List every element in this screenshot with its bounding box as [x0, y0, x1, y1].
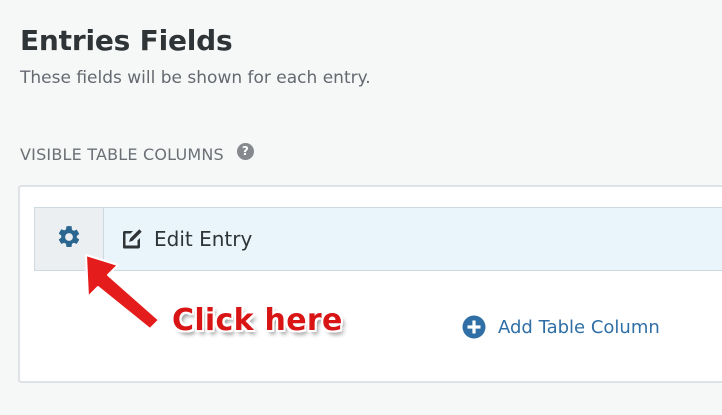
page-description: These fields will be shown for each entr… [20, 68, 371, 88]
gear-icon [56, 224, 82, 254]
edit-icon [120, 227, 144, 251]
annotation-click-here: Click here [172, 303, 343, 338]
page-title: Entries Fields [20, 24, 233, 57]
annotation-arrow-icon [85, 254, 160, 330]
field-label-text: Edit Entry [154, 227, 253, 251]
add-table-column-label: Add Table Column [498, 316, 660, 338]
section-label: VISIBLE TABLE COLUMNS [20, 145, 224, 164]
question-circle-icon[interactable]: ? [236, 143, 254, 160]
add-table-column-button[interactable]: Add Table Column [462, 315, 660, 339]
plus-circle-icon [462, 315, 486, 339]
section-header: VISIBLE TABLE COLUMNS ? [20, 143, 254, 164]
